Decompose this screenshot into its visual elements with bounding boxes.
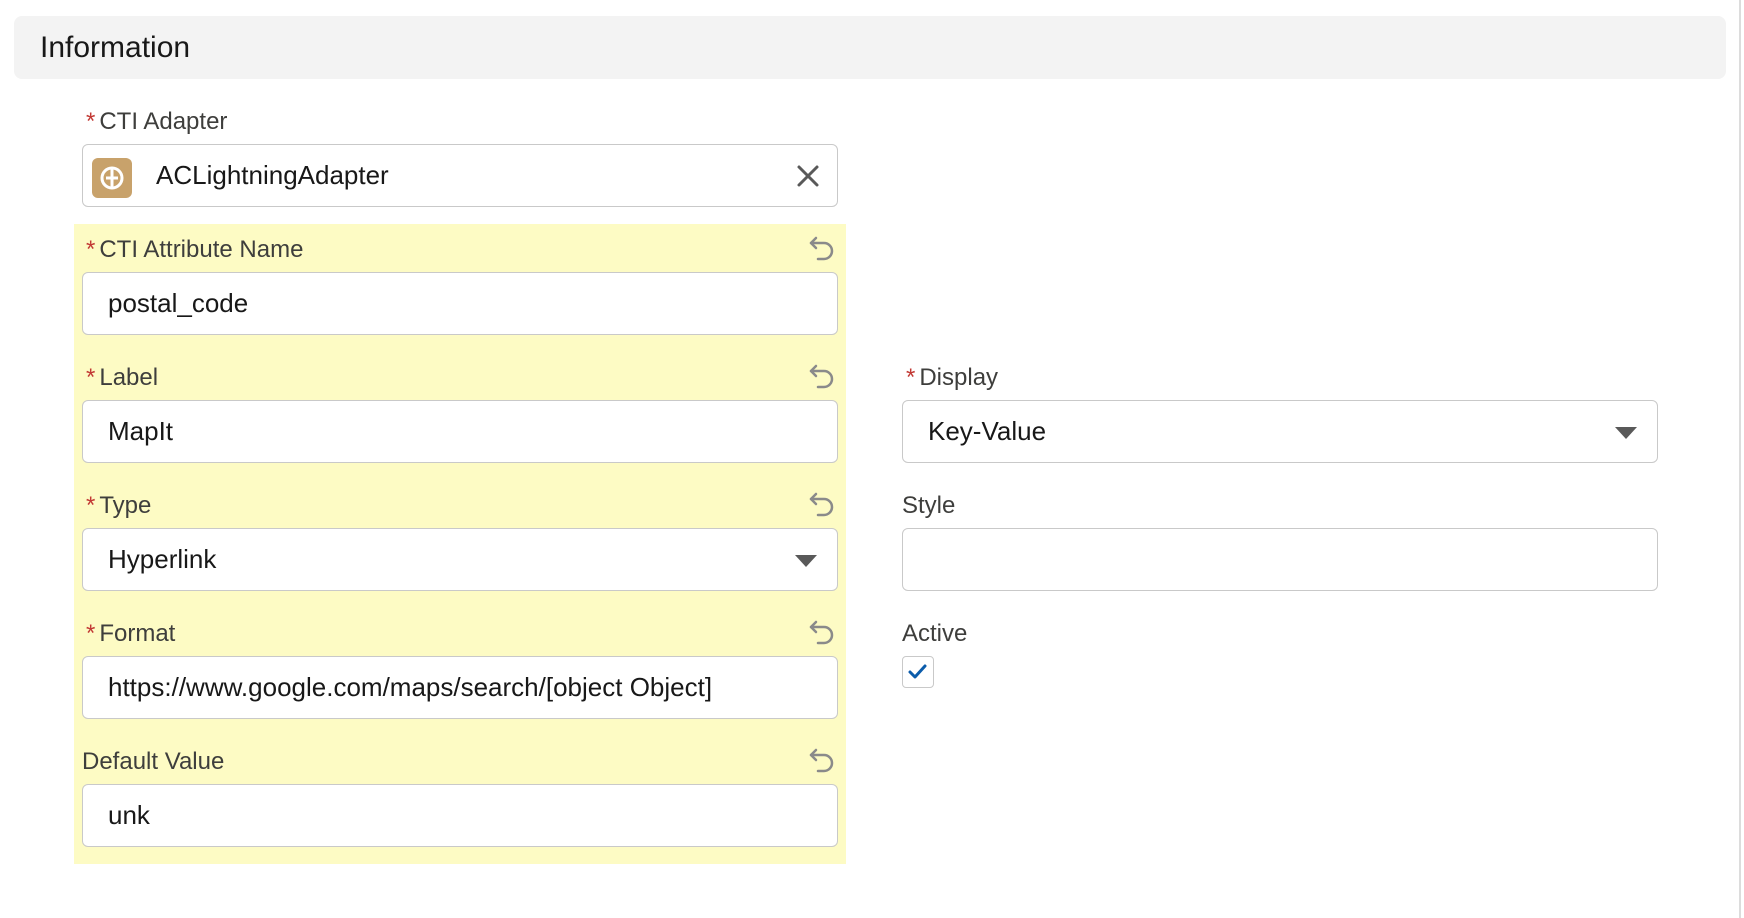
check-icon (908, 664, 927, 679)
section-title: Information (40, 31, 191, 64)
label-input[interactable]: MapIt (82, 400, 838, 463)
cti-adapter-value: ACLightningAdapter (156, 160, 389, 190)
undo-icon[interactable] (807, 360, 837, 390)
chevron-down-icon (795, 555, 817, 567)
required-marker: * (86, 108, 96, 135)
required-marker: * (86, 364, 96, 391)
type-select[interactable]: Hyperlink (82, 528, 838, 591)
type-value: Hyperlink (108, 544, 217, 574)
undo-icon[interactable] (807, 616, 837, 646)
default-value-label: Default Value (82, 748, 225, 775)
undo-icon[interactable] (807, 488, 837, 518)
default-value-input[interactable]: unk (82, 784, 838, 847)
record-edit-form: Information * CTI Adapter ACLightningAdap… (0, 0, 1744, 918)
active-label: Active (902, 620, 968, 647)
adapter-icon (92, 158, 132, 198)
cti-adapter-lookup[interactable]: ACLightningAdapter (82, 144, 838, 207)
close-icon[interactable] (795, 163, 821, 189)
cti-attribute-name-label: * CTI Attribute Name (86, 236, 304, 263)
default-value-value: unk (108, 800, 150, 830)
type-label: * Type (86, 492, 152, 519)
required-marker: * (86, 492, 96, 519)
section-header[interactable]: Information (14, 16, 1726, 79)
label-value: MapIt (108, 416, 174, 446)
chevron-down-icon (1615, 427, 1637, 439)
style-input[interactable] (902, 528, 1658, 591)
undo-icon[interactable] (807, 744, 837, 774)
label-field-label: * Label (86, 364, 159, 391)
cti-attribute-name-input[interactable]: postal_code (82, 272, 838, 335)
scrollbar[interactable] (1739, 0, 1741, 918)
display-value: Key-Value (928, 416, 1047, 446)
format-label: * Format (86, 620, 176, 647)
cti-attribute-name-value: postal_code (108, 288, 249, 318)
cti-adapter-label: * CTI Adapter (86, 108, 228, 135)
display-select[interactable]: Key-Value (902, 400, 1658, 463)
style-label: Style (902, 492, 956, 519)
required-marker: * (86, 236, 96, 263)
format-input[interactable]: https://www.google.com/maps/search/[obje… (82, 656, 838, 719)
required-marker: * (906, 364, 916, 391)
format-value: https://www.google.com/maps/search/[obje… (108, 672, 713, 702)
undo-icon[interactable] (807, 232, 837, 262)
active-checkbox[interactable] (902, 656, 934, 688)
required-marker: * (86, 620, 96, 647)
display-label: * Display (906, 364, 999, 391)
